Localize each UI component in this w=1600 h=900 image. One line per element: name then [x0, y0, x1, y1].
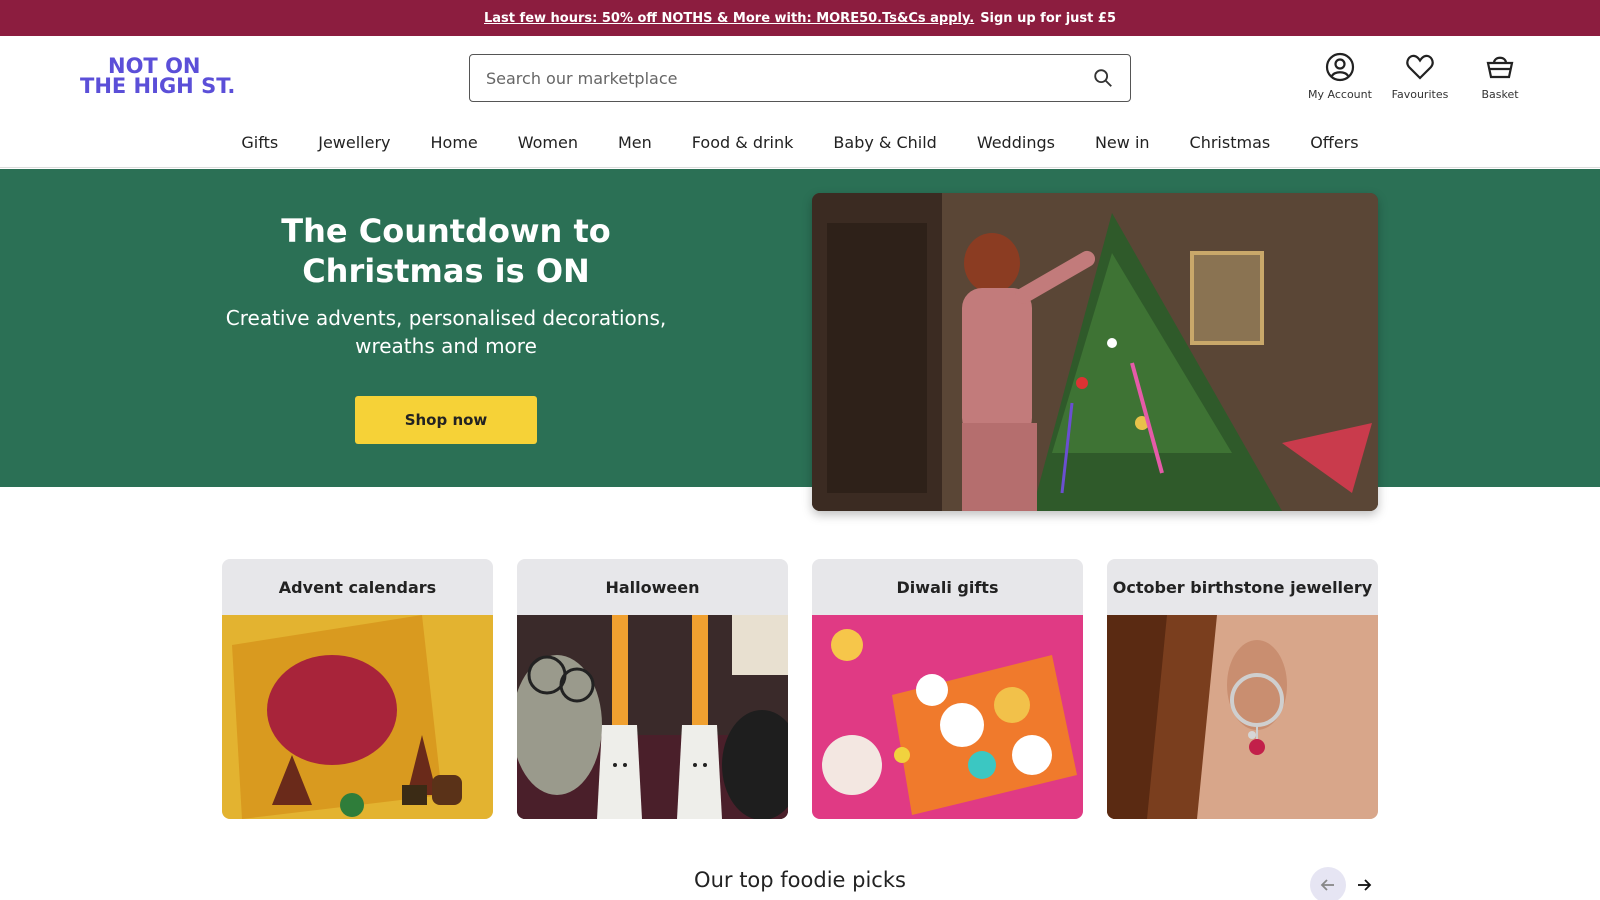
favourites-button[interactable]: Favourites: [1380, 52, 1460, 101]
logo-line-2: THE HIGH ST.: [80, 74, 236, 98]
basket-label: Basket: [1481, 88, 1519, 101]
category-card-october-birthstone-jewellery[interactable]: October birthstone jewellery: [1107, 559, 1378, 819]
nav-item-new-in[interactable]: New in: [1075, 133, 1170, 152]
promo-signup-text[interactable]: Sign up for just £5: [980, 11, 1116, 26]
category-card-halloween[interactable]: Halloween: [517, 559, 788, 819]
promo-bar: Last few hours: 50% off NOTHS & More wit…: [0, 0, 1600, 36]
hero-image[interactable]: [812, 193, 1378, 511]
basket-button[interactable]: Basket: [1460, 52, 1540, 101]
promo-link[interactable]: Last few hours: 50% off NOTHS & More wit…: [484, 11, 974, 26]
category-label: Halloween: [605, 577, 700, 597]
category-image: [812, 615, 1083, 819]
account-icon: [1325, 52, 1355, 82]
site-logo[interactable]: NOT ON THE HIGH ST.: [80, 56, 240, 98]
nav-item-weddings[interactable]: Weddings: [957, 133, 1075, 152]
search-input[interactable]: [486, 68, 1092, 88]
category-image: [222, 615, 493, 819]
nav-item-women[interactable]: Women: [498, 133, 598, 152]
nav-item-baby-child[interactable]: Baby & Child: [813, 133, 956, 152]
my-account-label: My Account: [1308, 88, 1372, 101]
section-title: Our top foodie picks: [694, 868, 906, 892]
nav-item-men[interactable]: Men: [598, 133, 672, 152]
my-account-button[interactable]: My Account: [1300, 52, 1380, 101]
nav-item-gifts[interactable]: Gifts: [221, 133, 298, 152]
basket-icon: [1486, 56, 1514, 79]
heart-icon: [1406, 54, 1434, 80]
carousel-next-button[interactable]: [1346, 867, 1382, 900]
category-label: October birthstone jewellery: [1112, 577, 1373, 597]
nav-item-jewellery[interactable]: Jewellery: [298, 133, 410, 152]
nav-item-christmas[interactable]: Christmas: [1170, 133, 1291, 152]
category-image: [1107, 615, 1378, 819]
logo-line-1: NOT ON: [108, 54, 201, 78]
carousel-prev-button[interactable]: [1310, 867, 1346, 900]
main-nav: Gifts Jewellery Home Women Men Food & dr…: [0, 118, 1600, 168]
category-card-advent-calendars[interactable]: Advent calendars: [222, 559, 493, 819]
favourites-label: Favourites: [1391, 88, 1449, 101]
search-icon[interactable]: [1092, 67, 1114, 89]
nav-item-offers[interactable]: Offers: [1290, 133, 1378, 152]
nav-item-home[interactable]: Home: [411, 133, 498, 152]
arrow-right-icon: [1358, 879, 1372, 891]
category-card-diwali-gifts[interactable]: Diwali gifts: [812, 559, 1083, 819]
site-header: NOT ON THE HIGH ST. My Account Favourite…: [0, 36, 1600, 118]
category-image: [517, 615, 788, 819]
hero-subtitle: Creative advents, personalised decoratio…: [225, 306, 667, 358]
search-box: [469, 54, 1131, 102]
hero-title: The Countdown to Christmas is ON: [281, 212, 611, 290]
shop-now-button[interactable]: Shop now: [355, 396, 537, 444]
arrow-left-icon: [1320, 879, 1334, 891]
nav-item-food-drink[interactable]: Food & drink: [672, 133, 814, 152]
category-label: Advent calendars: [278, 577, 437, 597]
category-label: Diwali gifts: [896, 577, 999, 597]
